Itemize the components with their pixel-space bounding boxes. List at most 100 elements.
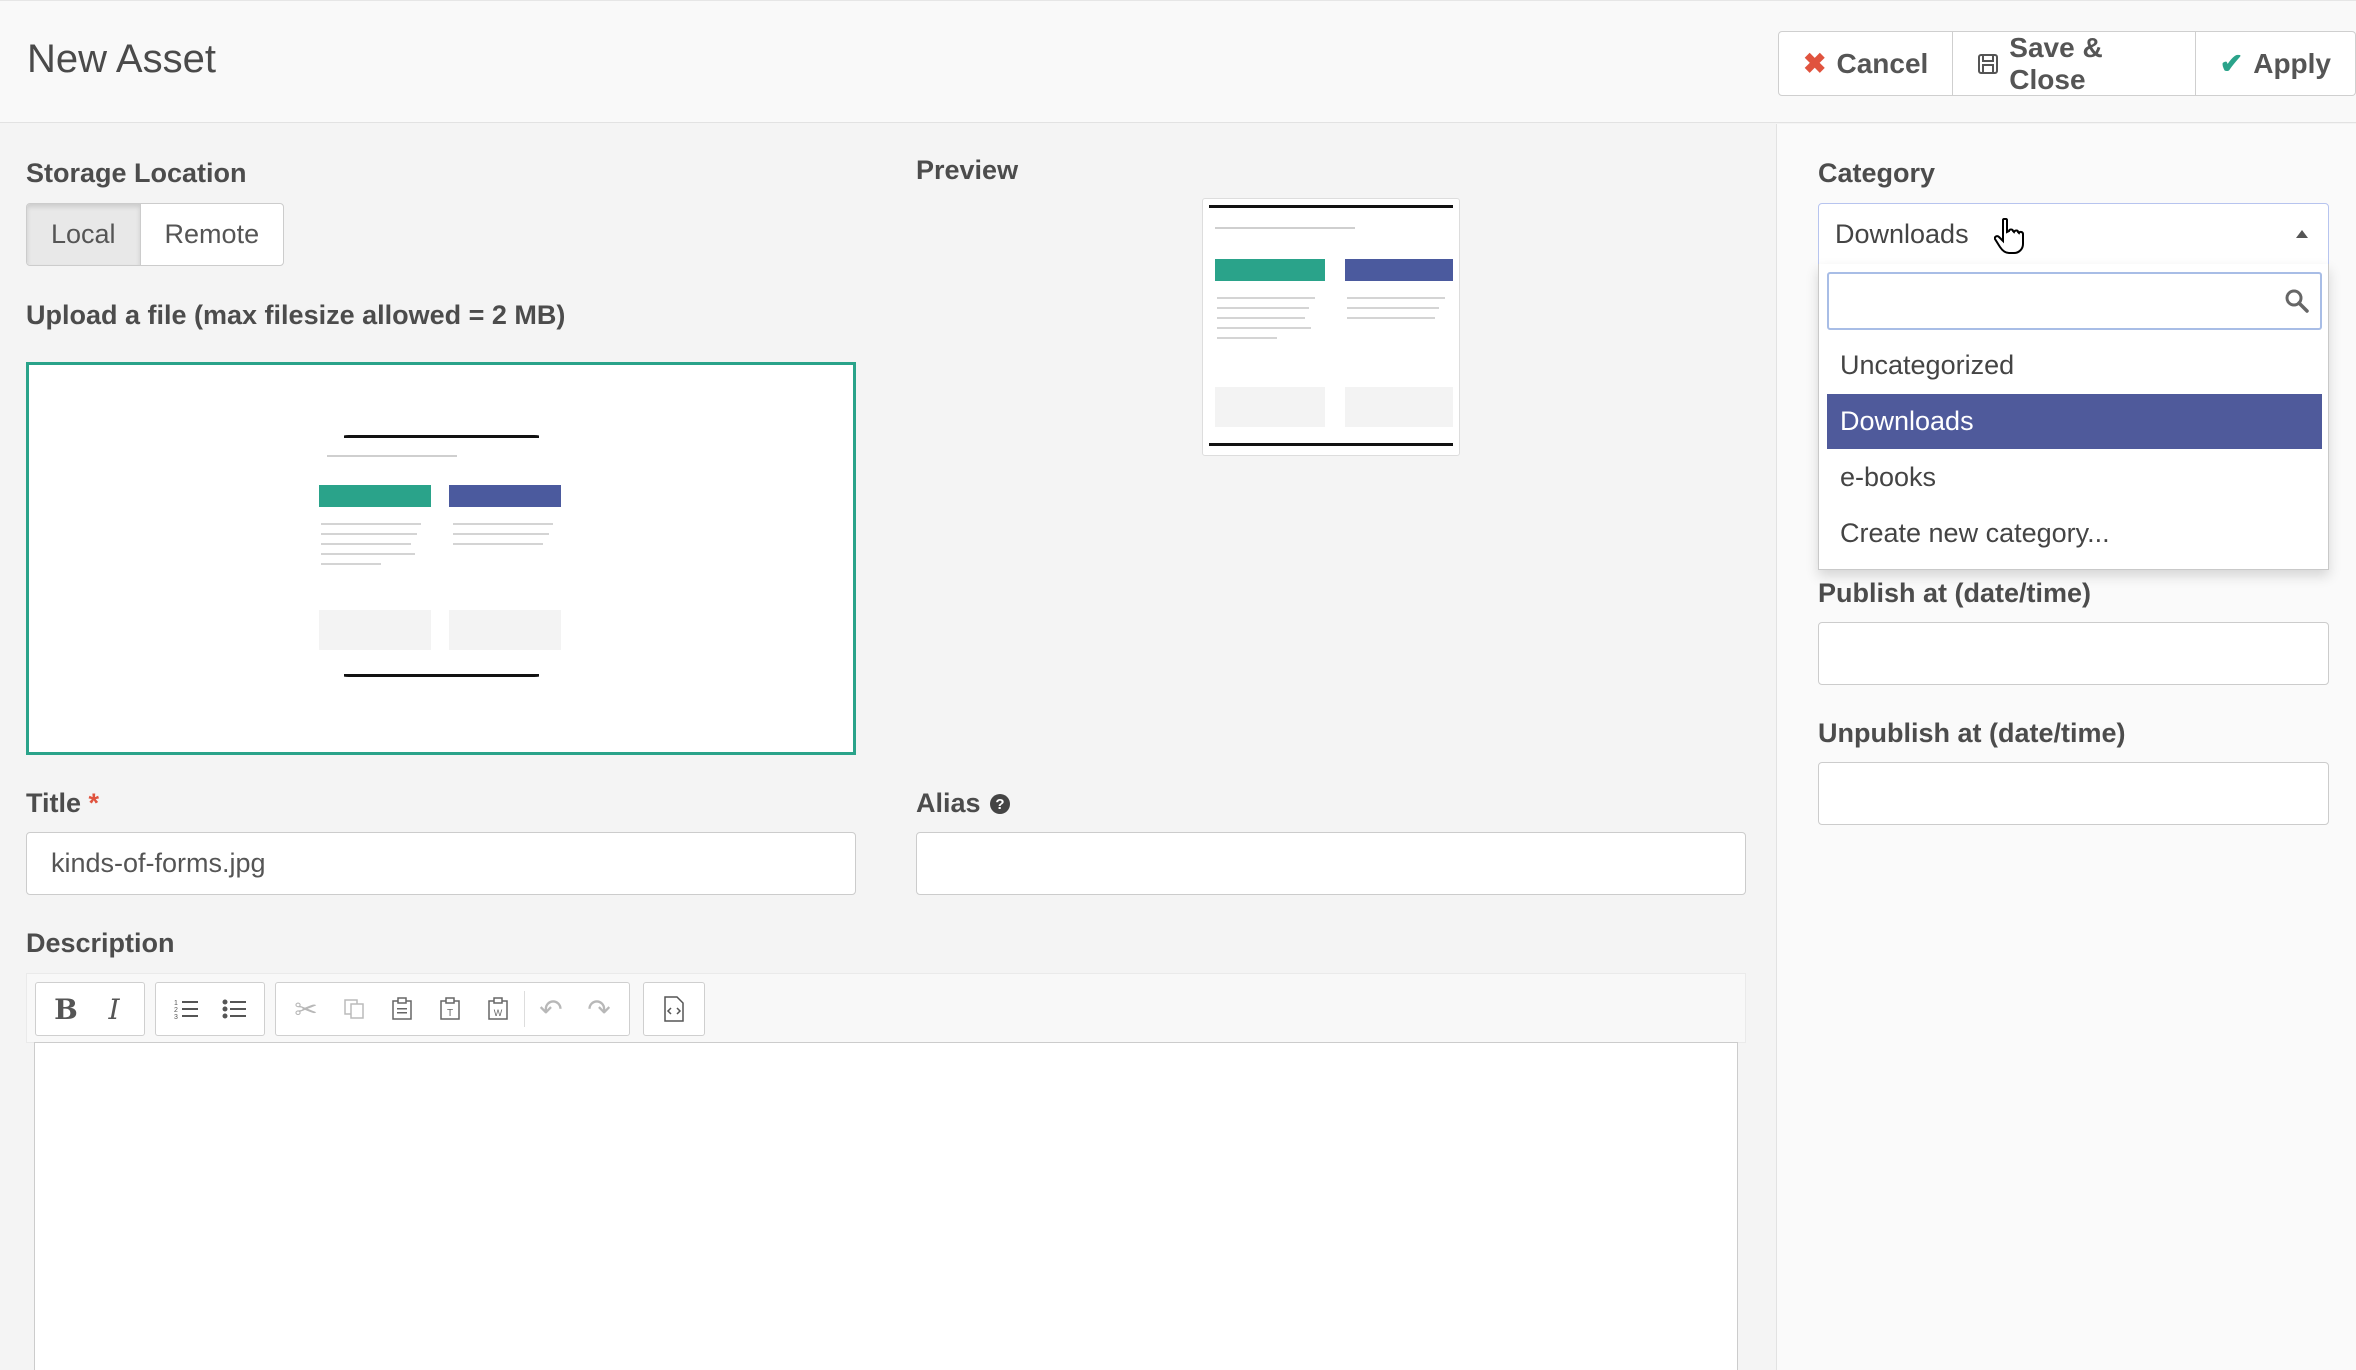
source-icon[interactable] [650, 986, 698, 1032]
toolbar-group-format: B I [35, 982, 145, 1036]
thumbnail-text-line [1217, 317, 1305, 319]
page-header: New Asset ✖ Cancel Save & Close ✔ Apply [0, 0, 2356, 123]
thumbnail-card-blue [449, 485, 561, 507]
title-label: Title * [26, 788, 99, 819]
toolbar-group-clipboard: ✂ T W ↶ ↷ [275, 982, 630, 1036]
svg-text:T: T [447, 1008, 453, 1019]
paste-word-icon[interactable]: W [474, 986, 522, 1032]
apply-label: Apply [2253, 47, 2331, 79]
svg-text:2: 2 [174, 1007, 178, 1014]
thumbnail-card-blue [1345, 259, 1453, 281]
thumbnail-text-line [453, 523, 553, 525]
paste-text-icon[interactable]: T [426, 986, 474, 1032]
toolbar-group-lists: 123 [155, 982, 265, 1036]
toolbar-separator [524, 991, 525, 1027]
file-dropzone[interactable] [26, 362, 856, 755]
save-close-button[interactable]: Save & Close [1953, 31, 2196, 96]
preview-thumbnail [1209, 205, 1453, 449]
bold-icon[interactable]: B [42, 986, 90, 1032]
thumbnail-text-line [1217, 327, 1311, 329]
editor-toolbar: B I 123 ✂ T W ↶ ↷ [26, 973, 1746, 1043]
caret-up-icon [2296, 230, 2308, 238]
thumbnail-header-line [1215, 227, 1355, 229]
unpublish-at-input[interactable] [1818, 762, 2329, 825]
preview-label: Preview [916, 155, 1019, 185]
upload-label: Upload a file (max filesize allowed = 2 … [26, 300, 566, 330]
publish-at-input[interactable] [1818, 622, 2329, 685]
copy-icon[interactable] [330, 986, 378, 1032]
unpublish-at-label: Unpublish at (date/time) [1818, 718, 2126, 748]
thumbnail-text-line [1217, 297, 1315, 299]
required-marker: * [88, 788, 100, 818]
save-close-label: Save & Close [2009, 31, 2103, 95]
svg-text:?: ? [995, 796, 1004, 813]
paste-icon[interactable] [378, 986, 426, 1032]
thumbnail-card-green [319, 485, 431, 507]
thumbnail-top-bar [344, 435, 539, 438]
storage-location-toggle: Local Remote [26, 203, 285, 266]
toolbar-group-source [643, 982, 705, 1036]
category-option-downloads[interactable]: Downloads [1827, 394, 2322, 449]
category-select[interactable]: Downloads [1818, 203, 2329, 265]
thumbnail-text-line [1347, 297, 1445, 299]
storage-location-label: Storage Location [26, 158, 247, 188]
thumbnail-text-line [321, 563, 381, 565]
page-title: New Asset [27, 37, 216, 81]
italic-icon[interactable]: I [90, 986, 138, 1032]
category-search-input[interactable] [1827, 272, 2322, 330]
thumbnail-card-green [1215, 259, 1325, 281]
thumbnail-text-line [321, 523, 421, 525]
svg-text:1: 1 [174, 1000, 178, 1007]
alias-label-text: Alias [916, 788, 981, 818]
category-dropdown: Uncategorized Downloads e-books Create n… [1818, 264, 2329, 570]
preview-image [1202, 198, 1460, 456]
description-label: Description [26, 928, 175, 958]
storage-remote-option[interactable]: Remote [141, 204, 284, 265]
cancel-button[interactable]: ✖ Cancel [1778, 31, 1954, 96]
thumbnail-bottom-bar [1209, 443, 1453, 446]
thumbnail-text-line [321, 533, 417, 535]
publish-at-label: Publish at (date/time) [1818, 578, 2092, 608]
thumbnail-text-line [1217, 337, 1277, 339]
bulleted-list-icon[interactable] [210, 986, 258, 1032]
checkmark-icon: ✔ [2219, 48, 2244, 79]
undo-icon[interactable]: ↶ [527, 986, 575, 1032]
thumbnail-top-bar [1209, 205, 1453, 208]
thumbnail-text-line [453, 543, 543, 545]
category-selected-value: Downloads [1835, 218, 1969, 249]
alias-label: Alias ? [916, 788, 1011, 819]
uploaded-image-thumbnail [319, 435, 564, 677]
help-icon[interactable]: ? [989, 793, 1011, 815]
category-option-create-new[interactable]: Create new category... [1827, 506, 2322, 561]
search-icon [2284, 288, 2310, 321]
description-editor[interactable] [34, 1042, 1738, 1370]
thumbnail-card-footer [449, 610, 561, 650]
thumbnail-card-footer [1215, 387, 1325, 427]
thumbnail-header-line [327, 455, 457, 457]
thumbnail-card-footer [319, 610, 431, 650]
title-label-text: Title [26, 788, 82, 818]
numbered-list-icon[interactable]: 123 [162, 986, 210, 1032]
apply-button[interactable]: ✔ Apply [2195, 31, 2356, 96]
thumbnail-bottom-bar [344, 674, 539, 677]
close-icon: ✖ [1803, 48, 1827, 79]
thumbnail-text-line [321, 543, 411, 545]
svg-text:W: W [494, 1008, 503, 1018]
thumbnail-text-line [453, 533, 549, 535]
thumbnail-text-line [321, 553, 415, 555]
cancel-label: Cancel [1836, 47, 1929, 79]
thumbnail-text-line [1347, 307, 1439, 309]
thumbnail-text-line [1347, 317, 1435, 319]
category-option-ebooks[interactable]: e-books [1827, 450, 2322, 505]
thumbnail-card-footer [1345, 387, 1453, 427]
thumbnail-text-line [1217, 307, 1309, 309]
toolbar-buttons: ✖ Cancel Save & Close ✔ Apply [1778, 31, 2356, 96]
category-option-uncategorized[interactable]: Uncategorized [1827, 338, 2322, 393]
cut-icon[interactable]: ✂ [282, 986, 330, 1032]
alias-input[interactable] [916, 832, 1746, 895]
storage-local-option[interactable]: Local [27, 204, 141, 265]
category-label: Category [1818, 158, 1936, 188]
redo-icon[interactable]: ↷ [575, 986, 623, 1032]
title-input[interactable]: kinds-of-forms.jpg [26, 832, 856, 895]
svg-text:3: 3 [174, 1014, 178, 1020]
